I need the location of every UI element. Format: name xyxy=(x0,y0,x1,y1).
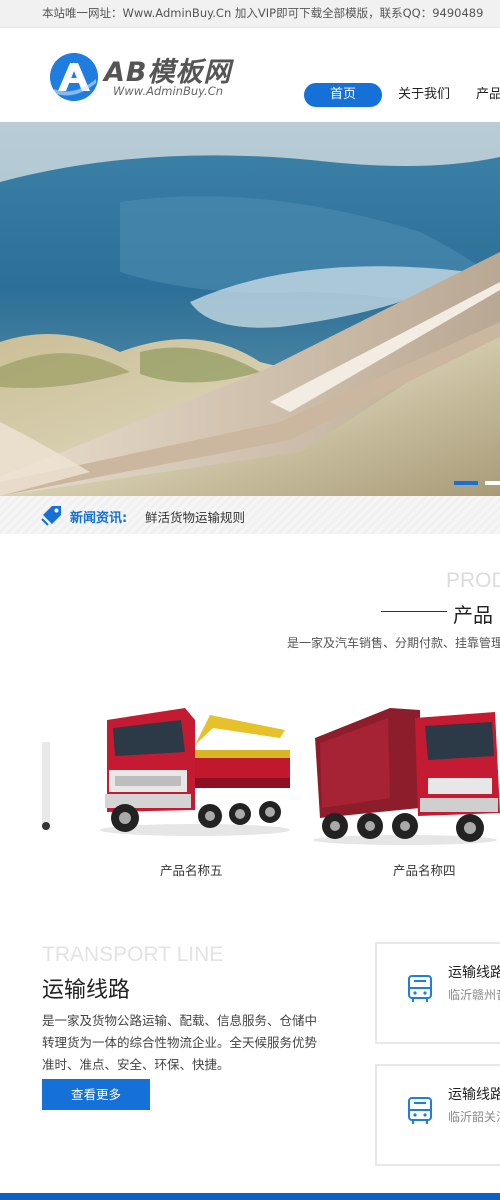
products-title: 产品 xyxy=(453,603,493,627)
logo-mark[interactable] xyxy=(50,53,98,101)
news-label: 新闻资讯: xyxy=(70,511,128,526)
top-notice-text: 本站唯一网址：Www.AdminBuy.Cn 加入VIP即可下载全部模版，联系Q… xyxy=(42,6,484,20)
transport-card-title: 运输线路 xyxy=(448,1087,500,1103)
product-image-dump-truck[interactable] xyxy=(310,698,500,848)
banner-image xyxy=(0,122,500,496)
view-more-button[interactable]: 查看更多 xyxy=(42,1079,150,1110)
banner-dot[interactable] xyxy=(485,481,500,485)
top-notice-bar: 本站唯一网址：Www.AdminBuy.Cn 加入VIP即可下载全部模版，联系Q… xyxy=(0,0,500,28)
tag-icon xyxy=(41,506,61,526)
products-title-line xyxy=(381,611,447,612)
transport-card[interactable]: 运输线路 临沂赣州音 xyxy=(375,942,500,1044)
transport-card-title: 运输线路 xyxy=(448,965,500,981)
bus-icon xyxy=(408,975,432,1002)
products-title-en: PROD xyxy=(446,569,500,592)
product-name-5[interactable]: 产品名称五 xyxy=(160,860,223,879)
transport-card[interactable]: 运输线路 临沂韶关江 xyxy=(375,1064,500,1166)
bus-icon xyxy=(408,1097,432,1124)
transport-title: 运输线路 xyxy=(42,978,131,1003)
product-name-4[interactable]: 产品名称四 xyxy=(393,860,456,879)
news-bar: 新闻资讯: 鲜活货物运输规则 xyxy=(0,496,500,534)
product-image-partial[interactable] xyxy=(42,742,50,830)
nav-item-about[interactable]: 关于我们 xyxy=(398,83,450,107)
transport-title-en: TRANSPORT LINE xyxy=(42,943,224,966)
transport-card-subtitle: 临沂赣州音 xyxy=(448,988,500,1002)
products-description: 是一家及汽车销售、分期付款、挂靠管理、 xyxy=(287,636,500,650)
logo-a-icon xyxy=(50,53,98,101)
footer-bar xyxy=(0,1193,500,1200)
news-headline[interactable]: 鲜活货物运输规则 xyxy=(145,507,245,526)
transport-description: 是一家及货物公路运输、配载、信息服务、仓储中转理货为一体的综合性物流企业。全天候… xyxy=(42,1013,318,1072)
logo-subtitle: Www.AdminBuy.Cn xyxy=(113,84,224,98)
nav-item-products[interactable]: 产品 xyxy=(476,83,500,107)
nav-item-home[interactable]: 首页 xyxy=(304,83,382,107)
transport-card-subtitle: 临沂韶关江 xyxy=(448,1110,500,1124)
product-image-crane-truck[interactable] xyxy=(95,690,295,840)
site-header: AB模板网 Www.AdminBuy.Cn 首页 关于我们 产品 xyxy=(0,28,500,121)
banner-dot-active[interactable] xyxy=(454,481,478,485)
hero-banner[interactable] xyxy=(0,122,500,496)
